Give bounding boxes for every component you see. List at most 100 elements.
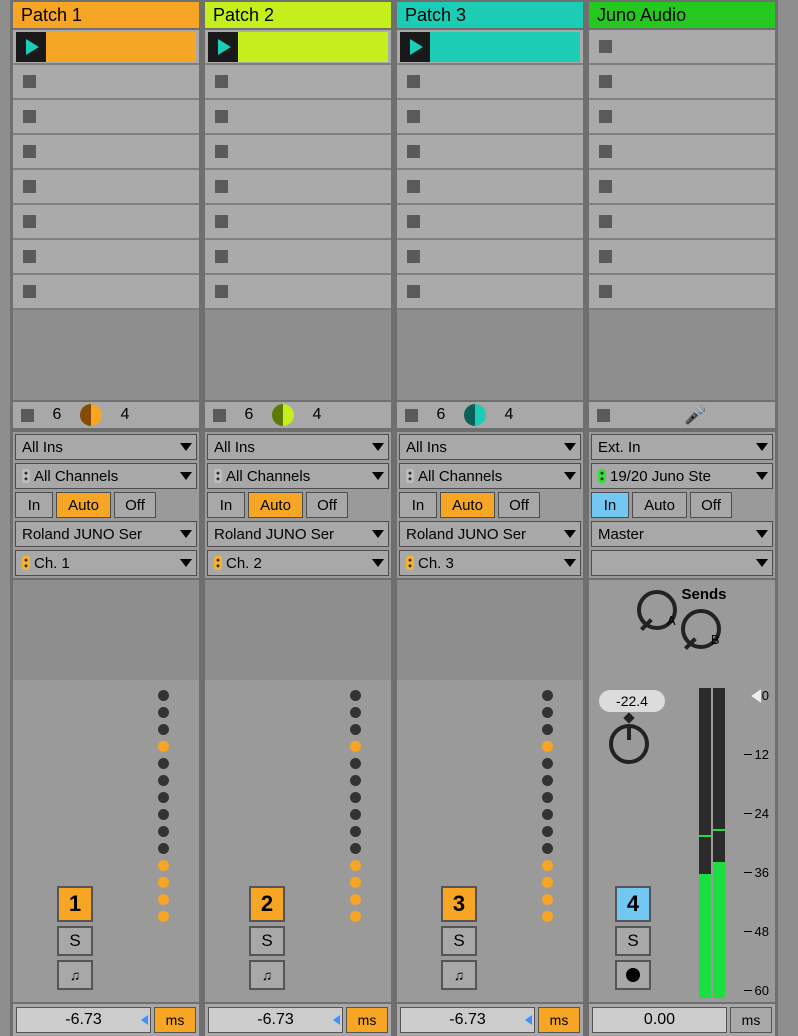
input-channel-dropdown[interactable]: 19/20 Juno Ste (591, 463, 773, 489)
track-activator-button[interactable]: 2 (249, 886, 285, 922)
monitor-in-button[interactable]: In (15, 492, 53, 518)
solo-button[interactable]: S (249, 926, 285, 956)
clip-slot[interactable] (205, 275, 391, 310)
clip-slot[interactable] (589, 275, 775, 310)
input-type-dropdown[interactable]: Ext. In (591, 434, 773, 460)
clip-slot[interactable] (205, 205, 391, 240)
clip-slot[interactable] (397, 205, 583, 240)
input-type-dropdown[interactable]: All Ins (207, 434, 389, 460)
output-channel-dropdown[interactable]: Ch. 1 (15, 550, 197, 576)
track-activator-button[interactable]: 4 (615, 886, 651, 922)
send-b-knob[interactable]: B (681, 609, 721, 649)
track-status-row[interactable]: 6 4 (13, 400, 199, 430)
clip-slot[interactable] (13, 30, 199, 65)
monitor-in-button[interactable]: In (207, 492, 245, 518)
clip-slot[interactable] (205, 65, 391, 100)
clip[interactable] (238, 32, 388, 62)
play-icon[interactable] (16, 32, 46, 62)
output-channel-dropdown[interactable] (591, 550, 773, 576)
clip-slot[interactable] (589, 240, 775, 275)
clip-slot[interactable] (397, 30, 583, 65)
clip-slot[interactable] (13, 170, 199, 205)
clip-slot[interactable] (589, 65, 775, 100)
monitor-auto-button[interactable]: Auto (632, 492, 687, 518)
delay-unit-button[interactable]: ms (346, 1007, 388, 1033)
monitor-auto-button[interactable]: Auto (56, 492, 111, 518)
clip-slot[interactable] (589, 30, 775, 65)
peak-level-display[interactable]: -22.4 (599, 690, 665, 712)
arm-button[interactable] (615, 960, 651, 990)
solo-button[interactable]: S (57, 926, 93, 956)
output-type-dropdown[interactable]: Master (591, 521, 773, 547)
output-type-dropdown[interactable]: Roland JUNO Ser (15, 521, 197, 547)
track-header[interactable]: Patch 2 (205, 0, 391, 30)
clip-slot[interactable] (205, 100, 391, 135)
track-activator-button[interactable]: 3 (441, 886, 477, 922)
output-type-dropdown[interactable]: Roland JUNO Ser (399, 521, 581, 547)
clip[interactable] (430, 32, 580, 62)
track-status-row[interactable]: 🎤 (589, 400, 775, 430)
output-type-dropdown[interactable]: Roland JUNO Ser (207, 521, 389, 547)
clip-slot[interactable] (205, 30, 391, 65)
delay-unit-button[interactable]: ms (538, 1007, 580, 1033)
clip-slot[interactable] (397, 240, 583, 275)
clip-slot[interactable] (589, 170, 775, 205)
clip[interactable] (46, 32, 196, 62)
solo-button[interactable]: S (441, 926, 477, 956)
clip-slot[interactable] (397, 100, 583, 135)
monitor-off-button[interactable]: Off (498, 492, 540, 518)
send-a-knob[interactable]: A (637, 590, 677, 630)
clip-slot[interactable] (13, 240, 199, 275)
arm-button[interactable] (57, 960, 93, 990)
clip-slot[interactable] (13, 205, 199, 240)
clip-slot[interactable] (589, 135, 775, 170)
monitor-auto-button[interactable]: Auto (440, 492, 495, 518)
monitor-off-button[interactable]: Off (306, 492, 348, 518)
input-type-dropdown[interactable]: All Ins (399, 434, 581, 460)
track-header[interactable]: Patch 3 (397, 0, 583, 30)
clip-slot[interactable] (397, 65, 583, 100)
play-icon[interactable] (208, 32, 238, 62)
monitor-off-button[interactable]: Off (690, 492, 732, 518)
clip-slot[interactable] (13, 135, 199, 170)
clip-slot[interactable] (13, 275, 199, 310)
volume-knob[interactable] (609, 724, 649, 764)
clip-slot[interactable] (205, 240, 391, 275)
clip-slot[interactable] (13, 100, 199, 135)
clip-slot[interactable] (13, 65, 199, 100)
stop-all-icon[interactable] (597, 409, 610, 422)
delay-unit-button[interactable]: ms (730, 1007, 772, 1033)
arm-button[interactable] (441, 960, 477, 990)
monitor-auto-button[interactable]: Auto (248, 492, 303, 518)
monitor-off-button[interactable]: Off (114, 492, 156, 518)
clip-slot[interactable] (589, 205, 775, 240)
delay-value-field[interactable]: 0.00 (592, 1007, 727, 1033)
track-header[interactable]: Juno Audio (589, 0, 775, 30)
clip-slot[interactable] (397, 170, 583, 205)
monitor-in-button[interactable]: In (399, 492, 437, 518)
output-channel-dropdown[interactable]: Ch. 2 (207, 550, 389, 576)
clip-slot[interactable] (589, 100, 775, 135)
input-channel-dropdown[interactable]: All Channels (207, 463, 389, 489)
clip-slot[interactable] (397, 275, 583, 310)
drop-area[interactable] (589, 310, 775, 400)
stop-all-icon[interactable] (405, 409, 418, 422)
fader-handle-icon[interactable] (751, 689, 761, 703)
clip-slot[interactable] (205, 135, 391, 170)
output-channel-dropdown[interactable]: Ch. 3 (399, 550, 581, 576)
track-header[interactable]: Patch 1 (13, 0, 199, 30)
solo-button[interactable]: S (615, 926, 651, 956)
input-channel-dropdown[interactable]: All Channels (399, 463, 581, 489)
play-icon[interactable] (400, 32, 430, 62)
clip-slot[interactable] (397, 135, 583, 170)
input-channel-dropdown[interactable]: All Channels (15, 463, 197, 489)
drop-area[interactable] (13, 310, 199, 400)
drop-area[interactable] (205, 310, 391, 400)
track-status-row[interactable]: 6 4 (397, 400, 583, 430)
input-type-dropdown[interactable]: All Ins (15, 434, 197, 460)
monitor-in-button[interactable]: In (591, 492, 629, 518)
delay-value-field[interactable]: -6.73 (16, 1007, 151, 1033)
track-status-row[interactable]: 6 4 (205, 400, 391, 430)
clip-slot[interactable] (205, 170, 391, 205)
drop-area[interactable] (397, 310, 583, 400)
